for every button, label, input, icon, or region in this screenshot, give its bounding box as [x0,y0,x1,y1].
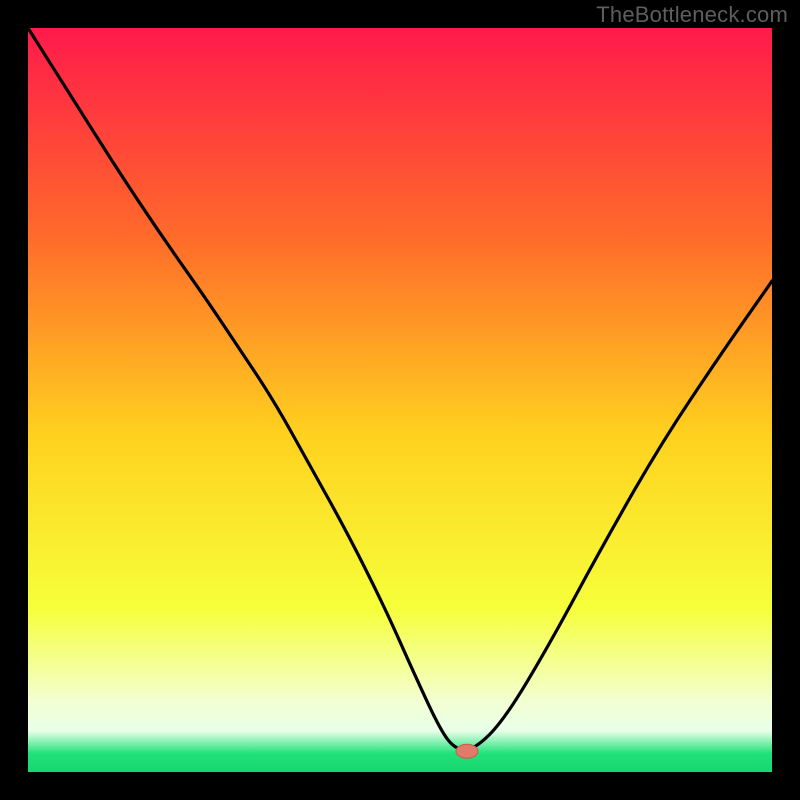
outer-black-frame: TheBottleneck.com [0,0,800,800]
plot-svg [28,28,772,772]
watermark-text: TheBottleneck.com [596,2,788,28]
gradient-background [28,28,772,772]
plot-area [28,28,772,772]
optimal-point-marker [456,744,478,758]
